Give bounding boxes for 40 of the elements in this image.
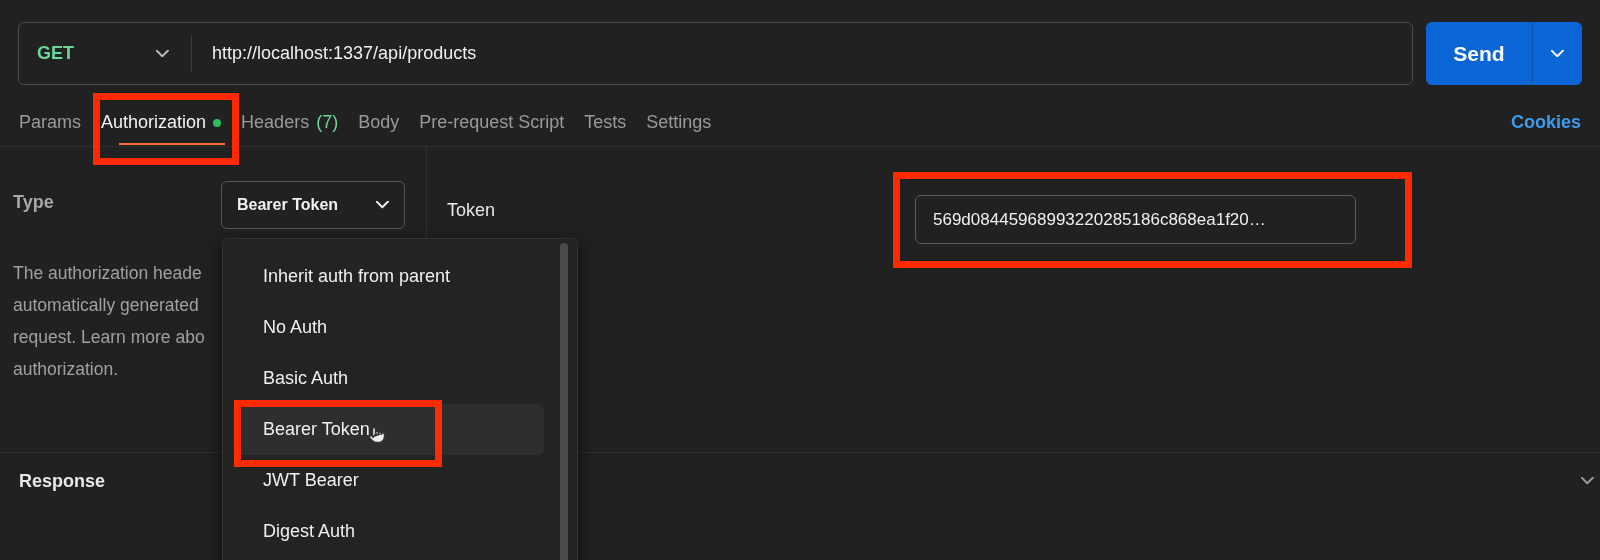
send-options-button[interactable] — [1533, 22, 1582, 85]
response-title: Response — [19, 469, 106, 493]
tab-label: Headers — [241, 111, 310, 134]
token-field[interactable]: 569d08445968993220285186c868ea1f20… — [915, 195, 1356, 244]
cookies-link[interactable]: Cookies — [1510, 109, 1581, 136]
description-text: request. Learn more abo — [13, 326, 205, 349]
type-label: Type — [13, 191, 54, 214]
auth-type-select[interactable]: Bearer Token — [221, 181, 405, 229]
menu-item[interactable]: Bearer Token — [233, 404, 544, 455]
chevron-down-icon — [156, 49, 169, 58]
tab[interactable]: Authorization — [101, 84, 240, 147]
tab-label: Authorization — [101, 111, 207, 134]
tab[interactable]: Pre-request Script — [419, 84, 583, 147]
tab-count: (7) — [316, 111, 339, 134]
tab[interactable]: Body — [358, 84, 418, 147]
description-text: automatically generated — [13, 294, 199, 317]
token-label: Token — [447, 199, 497, 222]
tab[interactable]: Tests — [584, 84, 645, 147]
menu-item[interactable]: Inherit auth from parent — [233, 251, 544, 302]
tab-label: Params — [19, 111, 81, 134]
tab-label: Pre-request Script — [419, 111, 565, 134]
menu-item[interactable]: No Auth — [233, 302, 544, 353]
tab-label: Body — [358, 111, 400, 134]
url-field[interactable]: http://localhost:1337/api/products — [192, 40, 477, 67]
method-select[interactable]: GET — [19, 23, 191, 84]
tab[interactable]: Headers (7) — [241, 84, 357, 147]
tab[interactable]: Params — [19, 84, 99, 147]
chevron-down-icon — [1551, 49, 1564, 58]
chevron-down-icon — [376, 201, 389, 209]
scrollbar[interactable] — [560, 243, 568, 560]
menu-item[interactable]: Basic Auth — [233, 353, 544, 404]
tab-label: Settings — [646, 111, 712, 134]
description-text: authorization. — [13, 358, 119, 381]
menu-item[interactable]: JWT Bearer — [233, 455, 544, 506]
chevron-down-icon — [1581, 477, 1594, 485]
menu-item[interactable]: Digest Auth — [233, 506, 544, 557]
send-button[interactable]: Send — [1426, 22, 1532, 85]
description-text: The authorization heade — [13, 262, 202, 285]
tab-label: Tests — [584, 111, 627, 134]
tab[interactable]: Settings — [646, 84, 730, 147]
